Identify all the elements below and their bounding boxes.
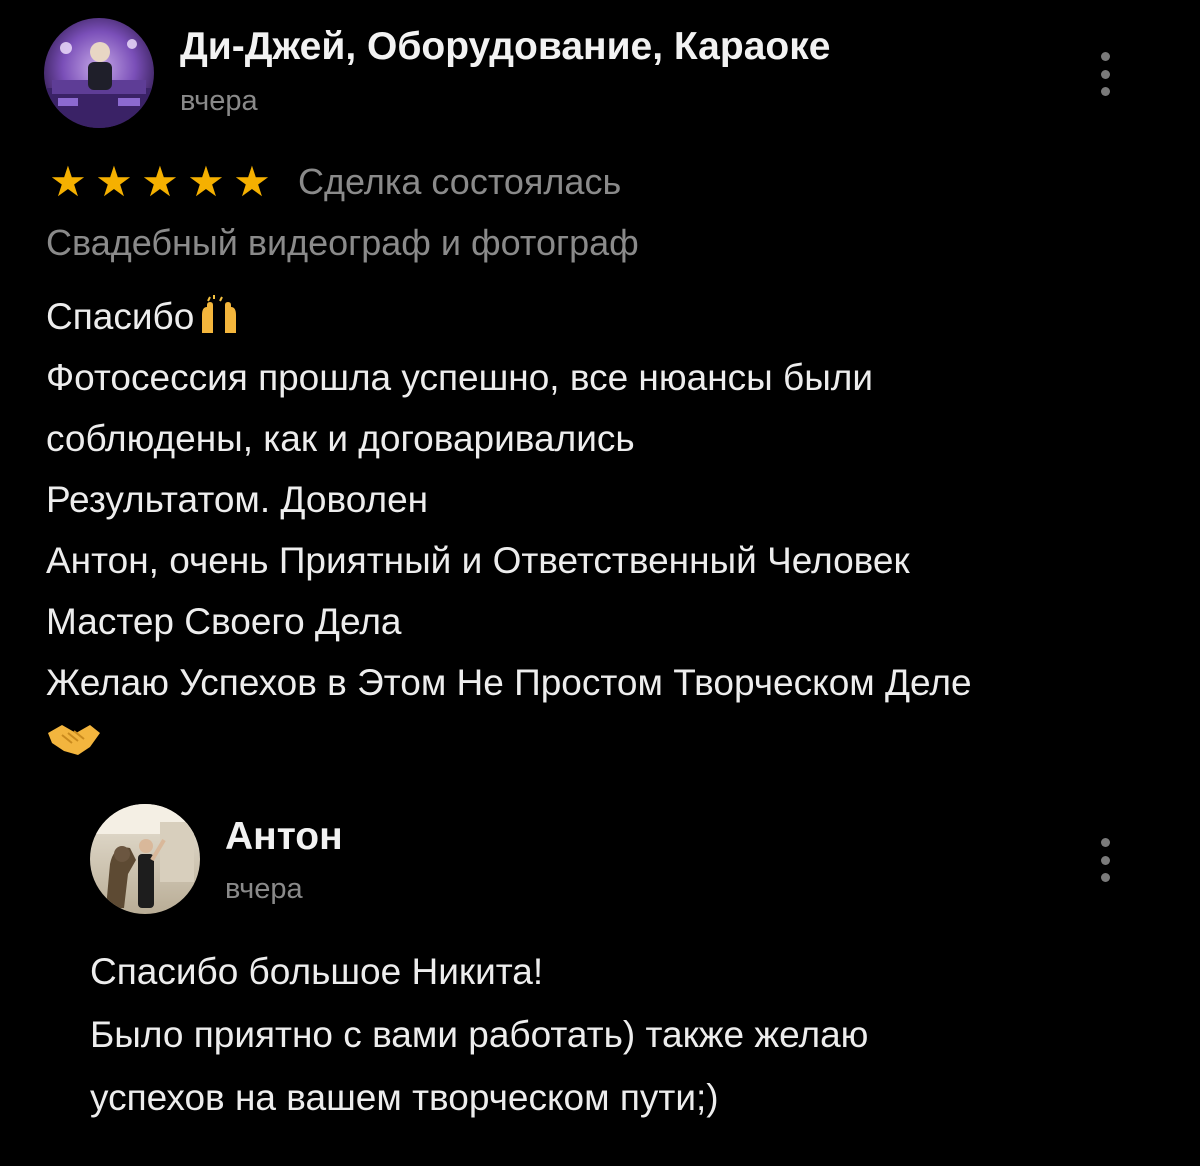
star-icon: ★ bbox=[141, 158, 179, 205]
review-line: Фотосессия прошла успешно, все нюансы бы… bbox=[46, 357, 874, 398]
replier-name[interactable]: Антон bbox=[225, 814, 343, 860]
review-date: вчера bbox=[180, 85, 258, 117]
reply-line: Было приятно с вами работать) также жела… bbox=[90, 1014, 869, 1055]
deal-status: Сделка состоялась bbox=[298, 161, 622, 202]
review-line: соблюдены, как и договаривались bbox=[46, 418, 635, 459]
service-name[interactable]: Свадебный видеограф и фотограф bbox=[46, 220, 639, 266]
replier-avatar[interactable] bbox=[90, 804, 200, 914]
review-line-text: Спасибо bbox=[46, 296, 195, 337]
star-icon: ★ bbox=[49, 158, 87, 205]
review-line: Результатом. Доволен bbox=[46, 479, 429, 520]
star-icon: ★ bbox=[233, 158, 271, 205]
raising-hands-emoji bbox=[202, 295, 237, 333]
reply-date: вчера bbox=[225, 873, 303, 905]
review-line: Мастер Своего Дела bbox=[46, 601, 402, 642]
reviewer-avatar[interactable] bbox=[44, 18, 154, 128]
star-rating: ★ ★ ★ ★ ★ bbox=[46, 160, 274, 204]
more-vertical-icon[interactable] bbox=[1095, 52, 1115, 96]
review-text: Спасибо Фотосессия прошла успешно, все н… bbox=[46, 286, 1166, 757]
reviewer-name[interactable]: Ди-Джей, Оборудование, Караоке bbox=[180, 24, 830, 70]
handshake-emoji bbox=[48, 725, 100, 755]
reply-text: Спасибо большое Никита! Было приятно с в… bbox=[90, 940, 1170, 1129]
more-vertical-icon[interactable] bbox=[1095, 838, 1115, 882]
rating-row: ★ ★ ★ ★ ★ Сделка состоялась bbox=[46, 158, 621, 206]
reply-line: Спасибо большое Никита! bbox=[90, 951, 544, 992]
star-icon: ★ bbox=[95, 158, 133, 205]
reply-line: успехов на вашем творческом пути;) bbox=[90, 1077, 719, 1118]
review-line: Антон, очень Приятный и Ответственный Че… bbox=[46, 540, 910, 581]
review-line: Спасибо bbox=[46, 286, 1166, 347]
star-icon: ★ bbox=[187, 158, 225, 205]
review-line: Желаю Успехов в Этом Не Простом Творческ… bbox=[46, 662, 972, 703]
